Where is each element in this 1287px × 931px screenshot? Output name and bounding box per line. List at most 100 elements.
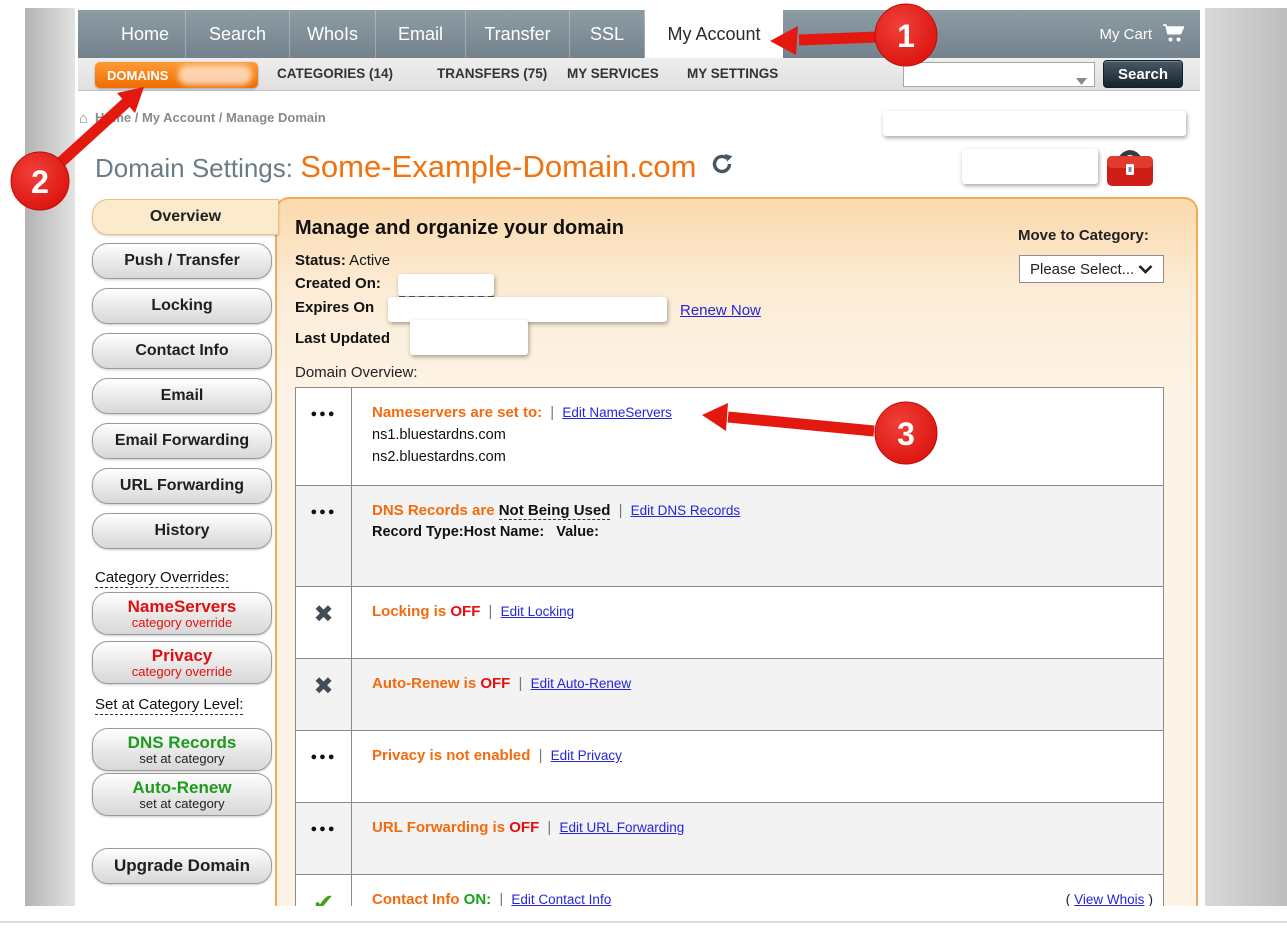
tab-my-account[interactable]: My Account [645, 10, 783, 58]
separator: | [484, 603, 496, 620]
right-margin-strip [1205, 8, 1287, 906]
search-button[interactable]: Search [1103, 60, 1183, 88]
dots-icon: ●●● [311, 751, 337, 763]
sidebar-item-overview[interactable]: Overview [92, 199, 279, 235]
tab-whois[interactable]: WhoIs [290, 10, 376, 58]
set-at-category-label: Set at Category Level: [95, 696, 243, 713]
status-text: OFF [509, 819, 539, 836]
icon-cell: ●●● [296, 486, 352, 586]
stage: HomeSearchWhoIsEmailTransferSSLMy Accoun… [0, 0, 1287, 931]
status-text: DNS Records are [372, 502, 499, 519]
separator: | [614, 502, 626, 519]
tab-email[interactable]: Email [376, 10, 466, 58]
home-icon: ⌂ [79, 110, 88, 127]
sidebar-item-title: Privacy [152, 647, 213, 665]
status-text: Auto-Renew is [372, 675, 480, 692]
separator: | [514, 675, 526, 692]
redacted-expiry-date [388, 297, 667, 322]
sidebar-item-locking[interactable]: Locking [92, 288, 272, 324]
redacted-title-box [962, 149, 1098, 184]
status-text: Nameservers are set to: [372, 404, 542, 421]
created-on-label: Created On: [295, 275, 381, 292]
sidebar-item-sub: category override [132, 665, 232, 679]
row-body: Locking is OFF | Edit Locking [352, 587, 1163, 658]
breadcrumb[interactable]: Home / My Account / Manage Domain [95, 110, 326, 125]
renew-now-link[interactable]: Renew Now [680, 302, 761, 319]
link-edit-locking[interactable]: Edit Locking [501, 604, 575, 619]
quick-search-combobox[interactable] [903, 62, 1095, 87]
status-value: Active [346, 252, 390, 269]
link-edit-dns-records[interactable]: Edit DNS Records [631, 503, 741, 518]
domain-overview-label: Domain Overview: [295, 364, 418, 381]
sidebar-item-nameservers[interactable]: NameServerscategory override [92, 592, 272, 635]
table-row: ●●● URL Forwarding is OFF | Edit URL Forw… [296, 802, 1163, 874]
separator: | [546, 404, 558, 421]
redacted-updated-date [410, 320, 528, 355]
link-edit-auto-renew[interactable]: Edit Auto-Renew [531, 676, 632, 691]
sidebar-item-push-transfer[interactable]: Push / Transfer [92, 243, 272, 279]
subnav-item-transfers-75[interactable]: TRANSFERS (75) [437, 66, 547, 81]
sidebar-item-dns-records[interactable]: DNS Recordsset at category [92, 728, 272, 771]
row-title: Locking is OFF | Edit Locking [372, 603, 1149, 620]
sidebar-item-email-forwarding[interactable]: Email Forwarding [92, 423, 272, 459]
row-title: DNS Records are Not Being Used | Edit DN… [372, 502, 1149, 519]
toolbox-icon[interactable] [1104, 143, 1156, 195]
link-view-whois[interactable]: View Whois [1074, 892, 1144, 907]
subnav-item-categories-14[interactable]: CATEGORIES (14) [277, 66, 393, 81]
nameserver-line: ns1.bluestardns.com [372, 427, 1149, 443]
sidebar-item-email[interactable]: Email [92, 378, 272, 414]
link-edit-url-forwarding[interactable]: Edit URL Forwarding [559, 820, 684, 835]
domain-name: Some-Example-Domain.com [300, 149, 696, 184]
domains-label: DOMAINS [107, 68, 168, 83]
icon-cell: ●●● [296, 388, 352, 485]
quick-search-input[interactable] [906, 65, 1070, 86]
link-edit-nameservers[interactable]: Edit NameServers [562, 405, 672, 420]
subnav-item-domains[interactable]: DOMAINS [95, 62, 258, 88]
combobox-arrow-icon[interactable] [1076, 72, 1087, 90]
icon-cell: ●●● [296, 803, 352, 874]
sidebar-item-title: DNS Records [128, 734, 237, 752]
my-cart-button[interactable]: My Cart [1100, 10, 1189, 58]
cart-icon [1161, 22, 1188, 47]
icon-cell: ●●● [296, 731, 352, 802]
sidebar-item-privacy[interactable]: Privacycategory override [92, 641, 272, 684]
link-edit-privacy[interactable]: Edit Privacy [551, 748, 622, 763]
category-overrides-label: Category Overrides: [95, 569, 229, 586]
tab-search[interactable]: Search [186, 10, 290, 58]
move-to-category-label: Move to Category: [1018, 227, 1149, 244]
cross-icon: ✖ [313, 603, 333, 627]
tab-ssl[interactable]: SSL [570, 10, 645, 58]
my-cart-label: My Cart [1100, 26, 1153, 43]
status-text: Privacy is not enabled [372, 747, 530, 764]
status-text: OFF [450, 603, 480, 620]
separator: | [534, 747, 546, 764]
sidebar-item-auto-renew[interactable]: Auto-Renewset at category [92, 773, 272, 816]
bottom-strip [0, 906, 1287, 931]
subnav-item-my-settings[interactable]: MY SETTINGS [687, 66, 778, 81]
table-row: ●●● Nameservers are set to: | Edit NameSe… [296, 388, 1163, 485]
table-row: ●●● DNS Records are Not Being Used | Edit… [296, 485, 1163, 586]
cross-icon: ✖ [313, 675, 333, 699]
status-text: Locking is [372, 603, 450, 620]
status-text: Not Being Used [499, 502, 611, 520]
sidebar-item-title: NameServers [128, 598, 237, 616]
status-text: OFF [480, 675, 510, 692]
sidebar-item-history[interactable]: History [92, 513, 272, 549]
subnav-item-my-services[interactable]: MY SERVICES [567, 66, 659, 81]
sidebar-item-title: Auto-Renew [132, 779, 231, 797]
link-edit-contact-info[interactable]: Edit Contact Info [511, 892, 611, 907]
sidebar-item-contact-info[interactable]: Contact Info [92, 333, 272, 369]
separator: | [543, 819, 555, 836]
subnav: DOMAINS Search CATEGORIES (14) TRANSFERS … [78, 58, 1200, 91]
left-margin-strip [25, 8, 75, 906]
row-body: DNS Records are Not Being Used | Edit DN… [352, 486, 1163, 586]
refresh-icon[interactable] [711, 153, 733, 180]
sidebar-item-upgrade-domain[interactable]: Upgrade Domain [92, 848, 272, 884]
redacted-created-date [398, 274, 494, 296]
status-text: URL Forwarding is [372, 819, 509, 836]
tab-home[interactable]: Home [105, 10, 186, 58]
category-select[interactable]: Please Select... [1019, 255, 1164, 283]
tab-transfer[interactable]: Transfer [466, 10, 570, 58]
sidebar-item-url-forwarding[interactable]: URL Forwarding [92, 468, 272, 504]
icon-cell: ✖ [296, 587, 352, 658]
